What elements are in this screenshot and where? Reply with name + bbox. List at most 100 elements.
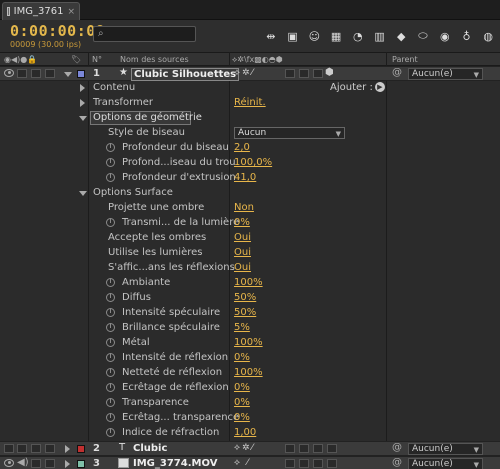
lock-toggle[interactable] bbox=[45, 459, 55, 468]
expand-chevron-right-icon[interactable] bbox=[65, 460, 70, 468]
layer-name[interactable]: Clubic Silhouettes bbox=[131, 68, 240, 81]
expand-chevron-right-icon[interactable] bbox=[65, 445, 70, 453]
property-value[interactable]: 100% bbox=[234, 277, 263, 288]
stopwatch-icon[interactable] bbox=[106, 308, 115, 317]
property-row[interactable]: Ecrêtage de réflexion 0% bbox=[0, 381, 500, 396]
label-color-chip[interactable] bbox=[77, 70, 85, 78]
layer-switches[interactable]: ⟡✲⁄ bbox=[234, 68, 255, 78]
pick-whip-icon[interactable]: @ bbox=[392, 67, 402, 78]
stopwatch-icon[interactable] bbox=[106, 398, 115, 407]
property-row[interactable]: Ambiante 100% bbox=[0, 276, 500, 291]
property-value[interactable]: 0% bbox=[234, 397, 250, 408]
group-options-surface[interactable]: Options Surface bbox=[0, 186, 500, 201]
stopwatch-icon[interactable] bbox=[106, 218, 115, 227]
graph-editor-icon[interactable]: ⬭ bbox=[414, 27, 432, 45]
bevel-style-select[interactable]: Aucun ▼ bbox=[234, 127, 345, 139]
stopwatch-icon[interactable] bbox=[106, 413, 115, 422]
motion-blur-toggle[interactable] bbox=[299, 69, 309, 78]
property-row[interactable]: Transmi... de la lumière 0% bbox=[0, 216, 500, 231]
auto-keyframe-icon[interactable]: ◆ bbox=[392, 27, 410, 45]
3d-cube-icon[interactable]: ⬢ bbox=[325, 67, 334, 78]
parent-select[interactable]: Aucun(e) ▼ bbox=[408, 443, 483, 455]
parent-column-header[interactable]: Parent bbox=[392, 55, 418, 64]
adjustment-toggle[interactable] bbox=[313, 444, 323, 453]
layer-row[interactable]: ◀) 3 IMG_3774.MOV ⟡ ⁄ @ Aucun(e) ▼ bbox=[0, 456, 500, 469]
lock-toggle[interactable] bbox=[45, 444, 55, 453]
stopwatch-icon[interactable] bbox=[106, 143, 115, 152]
group-contenu[interactable]: Contenu Ajouter : ▶ bbox=[0, 81, 500, 96]
3d-toggle[interactable] bbox=[327, 444, 337, 453]
property-value[interactable]: Non bbox=[234, 202, 254, 213]
layer-row[interactable]: 1 ★ Clubic Silhouettes ⟡✲⁄ ⬢ @ Aucun(e) … bbox=[0, 66, 500, 81]
adjustment-toggle[interactable] bbox=[313, 69, 323, 78]
property-row[interactable]: Projette une ombre Non bbox=[0, 201, 500, 216]
property-value[interactable]: 5% bbox=[234, 322, 250, 333]
property-row[interactable]: Profond...iseau du trou 100,0% bbox=[0, 156, 500, 171]
motion-blur-icon[interactable]: ◔ bbox=[349, 27, 367, 45]
stopwatch-icon[interactable] bbox=[106, 338, 115, 347]
property-row[interactable]: Transparence 0% bbox=[0, 396, 500, 411]
property-value[interactable]: 2,0 bbox=[234, 142, 250, 153]
search-input[interactable]: ⌕ bbox=[93, 26, 196, 42]
stopwatch-icon[interactable] bbox=[106, 158, 115, 167]
lock-toggle[interactable] bbox=[45, 69, 55, 78]
audio-toggle[interactable] bbox=[17, 444, 27, 453]
num-column-header[interactable]: N° bbox=[92, 55, 102, 64]
pick-whip-icon[interactable]: @ bbox=[392, 442, 402, 453]
stopwatch-icon[interactable] bbox=[106, 428, 115, 437]
property-value[interactable]: 100,0% bbox=[234, 157, 272, 168]
stopwatch-icon[interactable] bbox=[106, 278, 115, 287]
property-value[interactable]: 100% bbox=[234, 337, 263, 348]
parent-select[interactable]: Aucun(e) ▼ bbox=[408, 68, 483, 80]
stopwatch-icon[interactable] bbox=[106, 353, 115, 362]
property-value[interactable]: 0% bbox=[234, 217, 250, 228]
expand-chevron-down-icon[interactable] bbox=[64, 72, 72, 77]
audio-speaker-icon[interactable]: ◀) bbox=[17, 457, 29, 468]
label-color-chip[interactable] bbox=[77, 460, 85, 468]
property-value[interactable]: Oui bbox=[234, 247, 251, 258]
source-name-column-header[interactable]: Nom des sources bbox=[120, 55, 189, 64]
solo-toggle[interactable] bbox=[31, 69, 41, 78]
pick-whip-icon[interactable]: @ bbox=[392, 457, 402, 468]
3d-toggle[interactable] bbox=[327, 459, 337, 468]
audio-toggle[interactable] bbox=[17, 69, 27, 78]
visibility-eye-icon[interactable] bbox=[4, 459, 14, 467]
property-style-biseau[interactable]: Style de biseau Aucun ▼ bbox=[0, 126, 500, 141]
property-value[interactable]: 0% bbox=[234, 412, 250, 423]
add-property-menu[interactable]: Ajouter : ▶ bbox=[330, 82, 385, 93]
expand-chevron-down-icon[interactable] bbox=[79, 191, 87, 196]
solo-toggle[interactable] bbox=[31, 444, 41, 453]
property-row[interactable]: S'affic...ans les réflexions Oui bbox=[0, 261, 500, 276]
property-row[interactable]: Ecrêtag... transparence 0% bbox=[0, 411, 500, 426]
fx-toggle[interactable] bbox=[285, 444, 295, 453]
group-options-geometrie[interactable]: Options de géométrie bbox=[0, 111, 500, 126]
layer-switches[interactable]: ⟡✲⁄ bbox=[234, 443, 255, 453]
label-color-chip[interactable] bbox=[77, 445, 85, 453]
layer-name[interactable]: Clubic bbox=[133, 443, 167, 454]
fx-toggle[interactable] bbox=[285, 459, 295, 468]
expand-chevron-right-icon[interactable] bbox=[80, 99, 85, 107]
live-update-icon[interactable]: ◉ bbox=[436, 27, 454, 45]
adjustment-toggle[interactable] bbox=[313, 459, 323, 468]
property-row[interactable]: Profondeur d'extrusion 41,0 bbox=[0, 171, 500, 186]
property-value[interactable]: 0% bbox=[234, 382, 250, 393]
solo-toggle[interactable] bbox=[31, 459, 41, 468]
comp-mini-flowchart-icon[interactable]: ⇹ bbox=[262, 27, 280, 45]
property-value[interactable]: 1,00 bbox=[234, 427, 256, 438]
parent-select[interactable]: Aucun(e) ▼ bbox=[408, 458, 483, 469]
property-row[interactable]: Intensité spéculaire 50% bbox=[0, 306, 500, 321]
property-row[interactable]: Brillance spéculaire 5% bbox=[0, 321, 500, 336]
reset-link[interactable]: Réinit. bbox=[234, 97, 266, 108]
property-row[interactable]: Netteté de réflexion 100% bbox=[0, 366, 500, 381]
fx-toggle[interactable] bbox=[285, 69, 295, 78]
expand-chevron-down-icon[interactable] bbox=[79, 116, 87, 121]
expand-chevron-right-icon[interactable] bbox=[80, 84, 85, 92]
stopwatch-icon[interactable] bbox=[106, 383, 115, 392]
stopwatch-icon[interactable] bbox=[106, 323, 115, 332]
brainstorm-icon[interactable]: ▥ bbox=[371, 27, 389, 45]
property-row[interactable]: Indice de réfraction 1,00 bbox=[0, 426, 500, 441]
property-value[interactable]: 41,0 bbox=[234, 172, 256, 183]
motion-blur-toggle[interactable] bbox=[299, 444, 309, 453]
layer-switches[interactable]: ⟡ ⁄ bbox=[234, 458, 250, 468]
property-row[interactable]: Profondeur du biseau 2,0 bbox=[0, 141, 500, 156]
